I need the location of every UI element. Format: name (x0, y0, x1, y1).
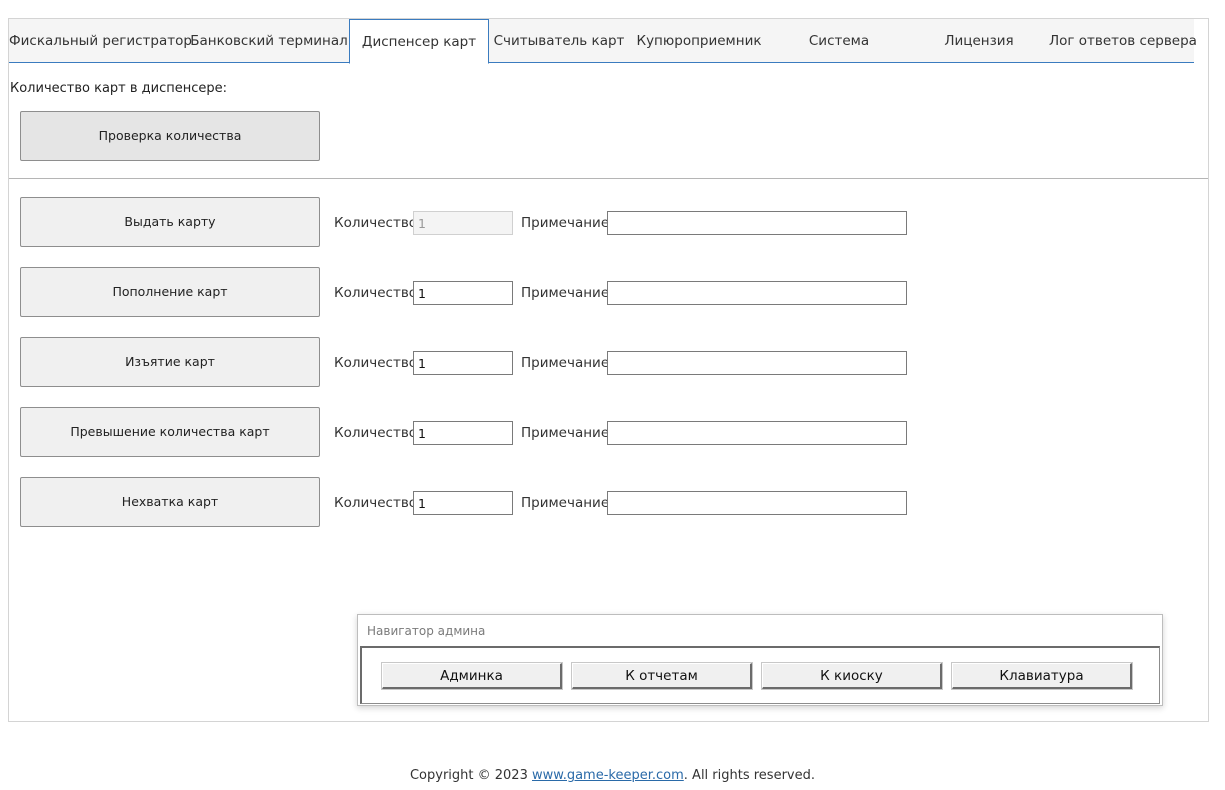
withdraw-cards-quantity-input[interactable] (413, 351, 513, 375)
website-link[interactable]: www.game-keeper.com (532, 768, 684, 783)
admin-navigator-window: Навигатор админа Админка К отчетам К кио… (357, 614, 1163, 706)
note-label: Примечание (521, 215, 610, 231)
issue-card-button[interactable]: Выдать карту (20, 197, 320, 247)
withdraw-cards-note-input[interactable] (607, 351, 907, 375)
tab-server-log[interactable]: Лог ответов сервера (1049, 19, 1197, 63)
issue-card-note-input[interactable] (607, 211, 907, 235)
refill-cards-note-input[interactable] (607, 281, 907, 305)
card-shortage-note-input[interactable] (607, 491, 907, 515)
admin-navigator-body: Админка К отчетам К киоску Клавиатура (360, 646, 1160, 704)
card-shortage-button[interactable]: Нехватка карт (20, 477, 320, 527)
admin-navigator-title: Навигатор админа (367, 624, 486, 638)
note-label: Примечание (521, 495, 610, 511)
note-label: Примечание (521, 425, 610, 441)
section-divider (9, 178, 1208, 179)
refill-cards-quantity-input[interactable] (413, 281, 513, 305)
tab-bank-terminal[interactable]: Банковский терминал (189, 19, 349, 63)
check-count-button[interactable]: Проверка количества (20, 111, 320, 161)
copyright-suffix: . All rights reserved. (683, 768, 815, 783)
tab-license[interactable]: Лицензия (909, 19, 1049, 63)
card-shortage-quantity-input[interactable] (413, 491, 513, 515)
quantity-label: Количество (334, 285, 418, 301)
quantity-label: Количество (334, 355, 418, 371)
issue-card-quantity-input[interactable] (413, 211, 513, 235)
note-label: Примечание (521, 355, 610, 371)
refill-cards-button[interactable]: Пополнение карт (20, 267, 320, 317)
withdraw-cards-button[interactable]: Изъятие карт (20, 337, 320, 387)
copyright-prefix: Copyright © 2023 (409, 768, 532, 783)
quantity-label: Количество (334, 425, 418, 441)
tab-card-dispenser[interactable]: Диспенсер карт (349, 19, 489, 64)
card-excess-quantity-input[interactable] (413, 421, 513, 445)
tab-bill-acceptor[interactable]: Купюроприемник (629, 19, 769, 63)
footer: Copyright © 2023 www.game-keeper.com. Al… (0, 768, 1225, 783)
tab-bar: Фискальный регистратор Банковский термин… (9, 19, 1197, 64)
tab-system[interactable]: Система (769, 19, 909, 63)
to-kiosk-button[interactable]: К киоску (761, 662, 943, 690)
admin-panel-button[interactable]: Админка (381, 662, 563, 690)
dispenser-count-label: Количество карт в диспенсере: (10, 81, 228, 96)
keyboard-button[interactable]: Клавиатура (951, 662, 1133, 690)
note-label: Примечание (521, 285, 610, 301)
card-excess-button[interactable]: Превышение количества карт (20, 407, 320, 457)
to-reports-button[interactable]: К отчетам (571, 662, 753, 690)
tab-card-reader[interactable]: Считыватель карт (489, 19, 629, 63)
quantity-label: Количество (334, 215, 418, 231)
tab-fiscal-registrar[interactable]: Фискальный регистратор (9, 19, 192, 63)
card-excess-note-input[interactable] (607, 421, 907, 445)
quantity-label: Количество (334, 495, 418, 511)
